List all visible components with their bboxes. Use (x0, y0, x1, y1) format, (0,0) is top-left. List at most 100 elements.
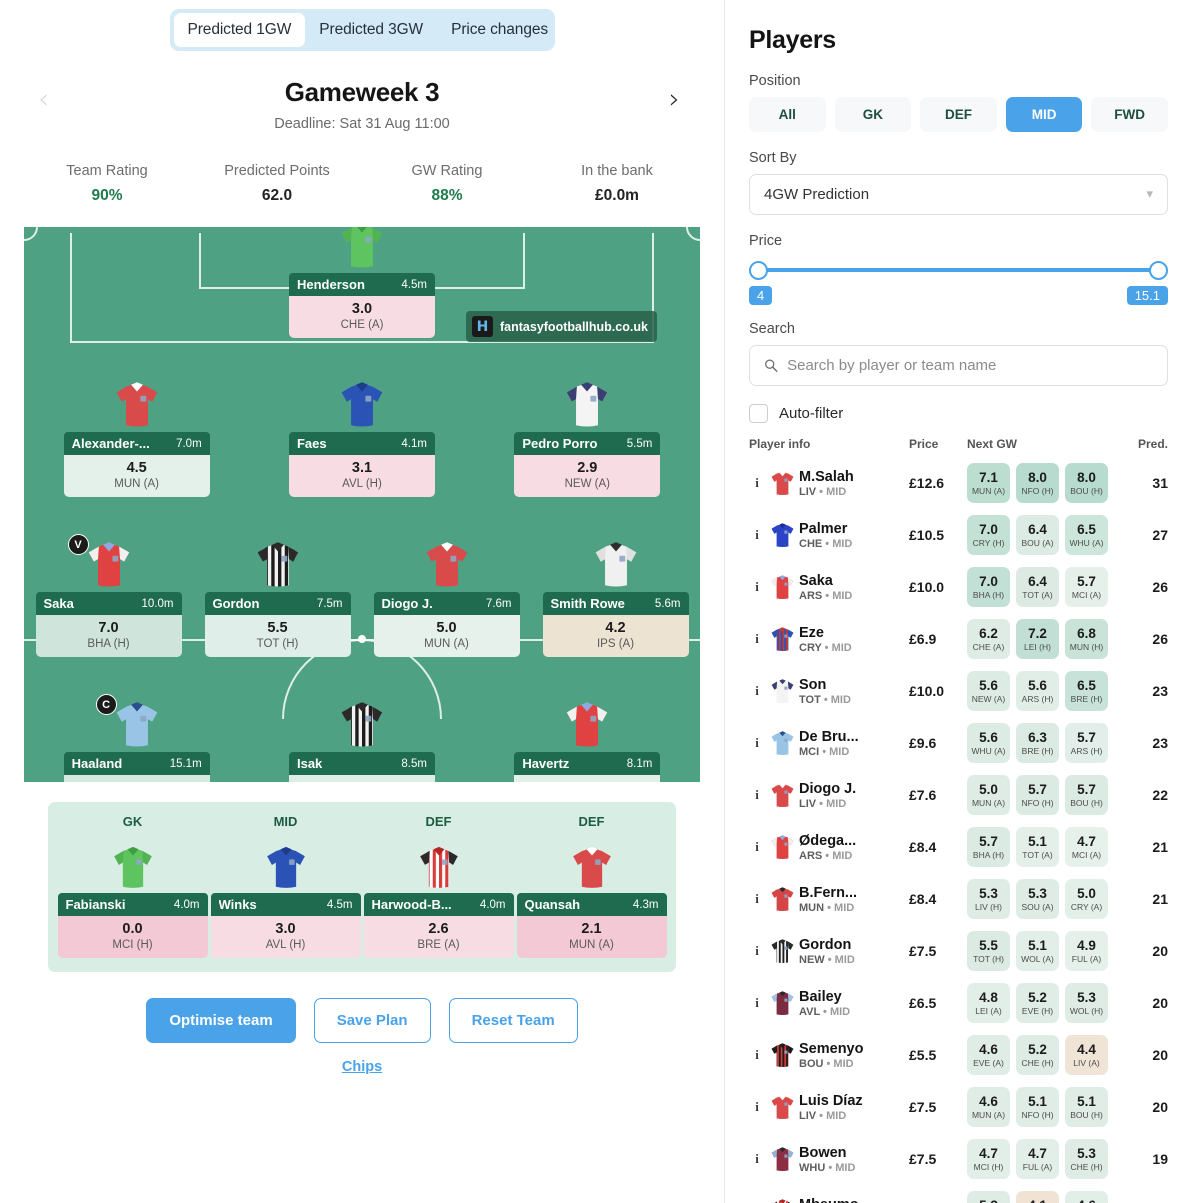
player-points: 7.3 (64, 780, 210, 782)
info-icon[interactable]: i (749, 631, 765, 647)
player-points: 7.0 (98, 620, 119, 636)
column-player-info: Player info (749, 437, 811, 451)
table-row[interactable]: i Diogo J. LIV • MID £7.6 5.0 MUN (A) 5.… (749, 769, 1168, 821)
player-name-bar: Gordon 7.5m (204, 592, 351, 615)
table-row[interactable]: i Semenyo BOU • MID £5.5 4.6 EVE (A) 5.2… (749, 1029, 1168, 1081)
page-title: Gameweek 3 (284, 77, 440, 107)
table-row[interactable]: i De Bru... MCI • MID £9.6 5.6 WHU (A) 6… (749, 717, 1168, 769)
player-fixture: MCI (H) (112, 939, 153, 951)
info-icon[interactable]: i (749, 1099, 765, 1115)
search-box[interactable] (749, 345, 1168, 386)
chevron-right-icon[interactable]: › (669, 85, 680, 113)
pitch-player-card[interactable]: C Haaland 15.1m 7.3 WHU (A) (63, 690, 210, 782)
pitch-player-card[interactable]: Henderson 4.5m 3.0 CHE (A) (289, 227, 435, 338)
chips-link[interactable]: Chips (0, 1059, 724, 1075)
player-name: Quansah (524, 897, 581, 912)
table-row[interactable]: i Palmer CHE • MID £10.5 7.0 CRY (H) 6.4… (749, 509, 1168, 561)
player-name: Isak (296, 756, 323, 771)
info-icon[interactable]: i (749, 1151, 765, 1167)
save-plan-button[interactable]: Save Plan (313, 998, 431, 1043)
tab-1[interactable]: Predicted 3GW (305, 13, 437, 47)
bench-player-card[interactable]: DEF Harwood-B... 4.0m 2.6 BRE (A) (363, 814, 514, 958)
pitch-player-card[interactable]: Smith Rowe 5.6m 4.2 IPS (A) (542, 530, 689, 657)
price-label: Price (749, 233, 783, 249)
pitch-player-card[interactable]: Pedro Porro 5.5m 2.9 NEW (A) (514, 370, 661, 497)
pitch-player-card[interactable]: Gordon 7.5m 5.5 TOT (H) (204, 530, 351, 657)
player-name: Diogo J. (799, 780, 857, 797)
bench-position-label: DEF (425, 814, 452, 829)
pitch-player-card[interactable]: V Saka 10.0m 7.0 BHA (H) (35, 530, 182, 657)
info-icon[interactable]: i (749, 735, 765, 751)
column-price: Price (909, 437, 939, 451)
fixture-opponent: FUL (A) (1022, 1162, 1053, 1172)
player-team-position: ARS • MID (799, 849, 853, 862)
kit-shirt-icon (335, 370, 389, 432)
info-icon[interactable]: i (749, 995, 765, 1011)
table-row[interactable]: i Mbeumo BRE • MID £7.0 5.3 SOU (H) 4.1 … (749, 1185, 1168, 1203)
info-icon[interactable]: i (749, 527, 765, 543)
player-fixture: MUN (A) (114, 478, 160, 490)
price-range-slider[interactable]: 4 15.1 (749, 259, 1168, 305)
bench: GK Fabianski 4.0m 0.0 MCI (H) MID Winks … (48, 802, 676, 972)
fixture-cell: 5.6 WHU (A) (967, 723, 1010, 763)
player-prediction: 26 (1152, 579, 1168, 595)
fixture-cell: 7.0 CRY (H) (967, 515, 1010, 555)
info-icon[interactable]: i (749, 839, 765, 855)
info-icon[interactable]: i (749, 787, 765, 803)
fixture-value: 6.5 (1077, 678, 1096, 693)
table-row[interactable]: i Ødega... ARS • MID £8.4 5.7 BHA (H) 5.… (749, 821, 1168, 873)
position-filter-all[interactable]: All (749, 97, 826, 132)
player-points: 3.1 (351, 460, 373, 476)
kit-shirt-icon (765, 677, 799, 706)
player-price: 15.1m (169, 757, 202, 770)
player-stat-box: 7.3 WHU (A) (63, 775, 210, 782)
player-team-position: AVL • MID (799, 1005, 851, 1018)
table-row[interactable]: i Luis Díaz LIV • MID £7.5 4.6 MUN (A) 5… (749, 1081, 1168, 1133)
slider-handle-min[interactable] (749, 261, 768, 280)
slider-handle-max[interactable] (1149, 261, 1168, 280)
bench-player-card[interactable]: MID Winks 4.5m 3.0 AVL (H) (210, 814, 361, 958)
position-filter-def[interactable]: DEF (920, 97, 997, 132)
pitch-player-card[interactable]: Diogo J. 7.6m 5.0 MUN (A) (373, 530, 520, 657)
table-row[interactable]: i Bowen WHU • MID £7.5 4.7 MCI (H) 4.7 F… (749, 1133, 1168, 1185)
reset-team-button[interactable]: Reset Team (448, 998, 578, 1043)
position-filter-gk[interactable]: GK (834, 97, 912, 132)
tab-2[interactable]: Price changes (437, 13, 562, 47)
search-input[interactable] (787, 357, 1153, 374)
info-icon[interactable]: i (749, 943, 765, 959)
optimise-team-button[interactable]: Optimise team (146, 998, 296, 1043)
fixture-value: 5.2 (1028, 990, 1047, 1005)
fixture-opponent: CHE (H) (1021, 1058, 1054, 1068)
pitch-player-card[interactable]: Faes 4.1m 3.1 AVL (H) (288, 370, 435, 497)
table-row[interactable]: i Bailey AVL • MID £6.5 4.8 LEI (A) 5.2 … (749, 977, 1168, 1029)
fixture-value: 5.3 (1077, 1146, 1096, 1161)
info-icon[interactable]: i (749, 683, 765, 699)
bench-player-card[interactable]: GK Fabianski 4.0m 0.0 MCI (H) (57, 814, 208, 958)
sort-by-select[interactable]: 4GW Prediction ▾ (749, 174, 1168, 215)
tab-0[interactable]: Predicted 1GW (173, 13, 306, 47)
player-name-bar: Henderson 4.5m (289, 273, 435, 296)
table-row[interactable]: i B.Fern... MUN • MID £8.4 5.3 LIV (H) 5… (749, 873, 1168, 925)
table-row[interactable]: i Eze CRY • MID £6.9 6.2 CHE (A) 7.2 LEI… (749, 613, 1168, 665)
info-icon[interactable]: i (749, 579, 765, 595)
next-gw-fixtures: 5.6 NEW (A) 5.6 ARS (H) 6.5 BRE (H) (967, 671, 1126, 711)
pitch-player-card[interactable]: Havertz 8.1m 5.6 BHA (H) (514, 690, 661, 782)
info-icon[interactable]: i (749, 1047, 765, 1063)
table-row[interactable]: i Gordon NEW • MID £7.5 5.5 TOT (H) 5.1 … (749, 925, 1168, 977)
player-prediction: 26 (1152, 631, 1168, 647)
main-panel: Predicted 1GW Predicted 3GW Price changes … (0, 0, 724, 1203)
table-row[interactable]: i M.Salah LIV • MID £12.6 7.1 MUN (A) 8.… (749, 457, 1168, 509)
pitch-player-card[interactable]: Isak 8.5m 6.6 TOT (H) (288, 690, 435, 782)
chevron-left-icon[interactable]: ‹ (38, 85, 49, 113)
info-icon[interactable]: i (749, 475, 765, 491)
auto-filter-checkbox[interactable] (749, 404, 768, 423)
auto-filter-row[interactable]: Auto-filter (749, 404, 1168, 423)
bench-player-card[interactable]: DEF Quansah 4.3m 2.1 MUN (A) (516, 814, 667, 958)
table-row[interactable]: i Saka ARS • MID £10.0 7.0 BHA (H) 6.4 T… (749, 561, 1168, 613)
position-filter-fwd[interactable]: FWD (1091, 97, 1168, 132)
pitch-player-card[interactable]: Alexander-... 7.0m 4.5 MUN (A) (63, 370, 210, 497)
position-filter-mid[interactable]: MID (1005, 97, 1083, 132)
stat-value: 62.0 (261, 187, 293, 204)
table-row[interactable]: i Son TOT • MID £10.0 5.6 NEW (A) 5.6 AR… (749, 665, 1168, 717)
info-icon[interactable]: i (749, 891, 765, 907)
